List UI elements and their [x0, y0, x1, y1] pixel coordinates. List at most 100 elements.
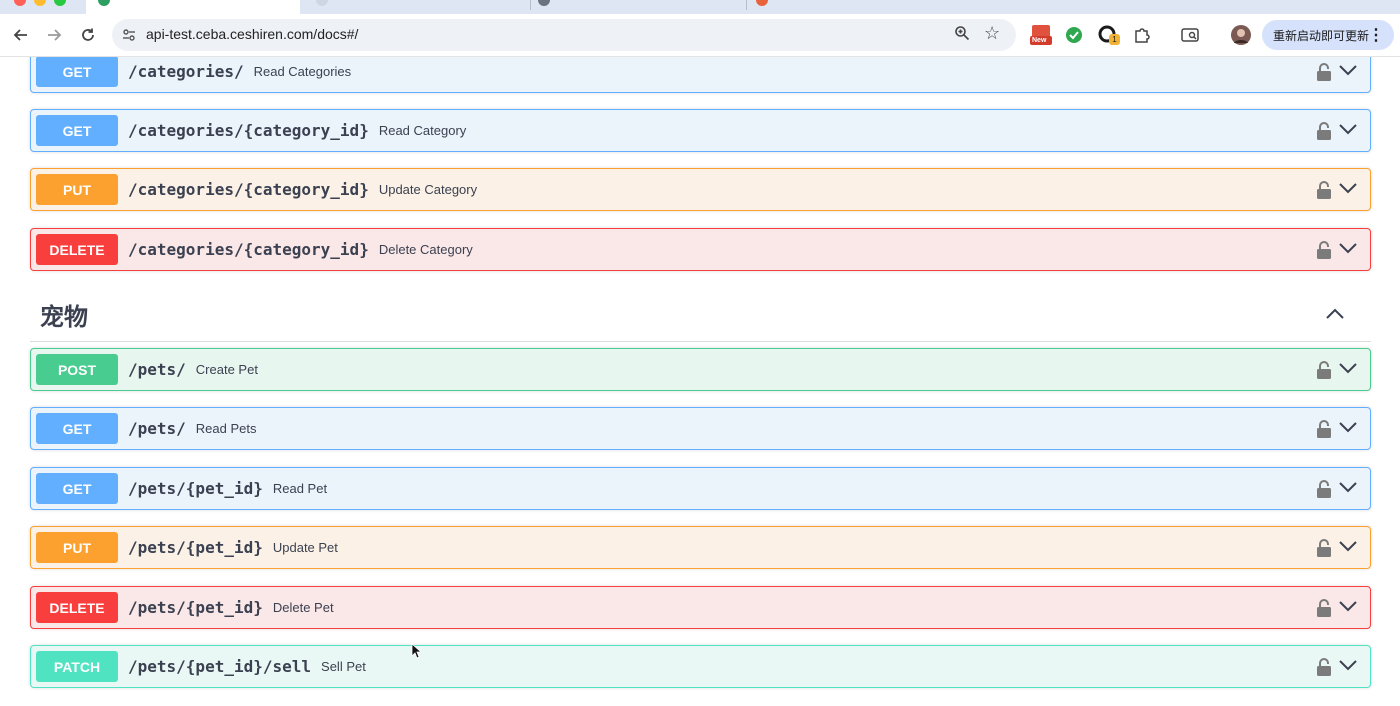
site-info-icon[interactable] [120, 26, 138, 44]
expand-chevron-icon[interactable] [1338, 420, 1358, 434]
section-divider [30, 341, 1371, 342]
window-minimize-button[interactable] [34, 0, 46, 6]
authorize-lock-icon[interactable] [1316, 180, 1332, 200]
browser-tab[interactable] [308, 0, 528, 14]
method-badge: GET [36, 115, 118, 146]
zoom-icon[interactable] [954, 25, 970, 45]
operation-path: /categories/ [128, 62, 244, 81]
operation-row-delete[interactable]: DELETE/categories/{category_id} Delete Ca… [30, 228, 1371, 271]
authorize-lock-icon[interactable] [1316, 121, 1332, 141]
back-button[interactable] [9, 23, 33, 47]
browser-tab[interactable] [750, 0, 970, 14]
expand-chevron-icon[interactable] [1338, 599, 1358, 613]
operation-row-patch[interactable]: PATCH/pets/{pet_id}/sell Sell Pet [30, 645, 1371, 688]
operation-summary: Read Categories [253, 64, 352, 79]
tab-separator [530, 0, 531, 10]
operation-row-get[interactable]: GET/categories/Read Categories [30, 57, 1371, 93]
operation-path: /pets/{pet_id} [128, 598, 263, 617]
extension-check-icon[interactable] [1064, 25, 1084, 45]
arrow-left-icon [13, 29, 27, 41]
authorize-lock-icon[interactable] [1316, 419, 1332, 439]
browser-tab-strip [0, 0, 1400, 14]
extension-counter-icon[interactable]: 1 [1098, 25, 1120, 45]
reload-button[interactable] [76, 23, 100, 47]
operation-summary: Read Pet [272, 481, 328, 496]
extension-count-badge: 1 [1109, 34, 1120, 45]
operation-row-get[interactable]: GET/categories/{category_id} Read Categor… [30, 109, 1371, 152]
operation-summary: Delete Category [378, 242, 473, 257]
profile-avatar[interactable] [1231, 25, 1251, 45]
section-title[interactable]: 宠物 [40, 297, 88, 332]
tab-search-icon[interactable] [1180, 25, 1200, 45]
operation-path: /pets/{pet_id} [128, 479, 263, 498]
reload-icon [82, 28, 94, 41]
forward-button[interactable] [42, 23, 66, 47]
tab-favicon-icon [316, 0, 328, 6]
operation-row-delete[interactable]: DELETE/pets/{pet_id} Delete Pet [30, 586, 1371, 629]
mouse-cursor-icon [411, 643, 421, 659]
authorize-lock-icon[interactable] [1316, 240, 1332, 260]
expand-chevron-icon[interactable] [1338, 181, 1358, 195]
bookmark-star-icon[interactable]: ☆ [984, 23, 1000, 44]
section-collapse-icon[interactable] [1325, 307, 1345, 321]
operation-summary: Delete Pet [272, 600, 334, 615]
method-badge: GET [36, 57, 118, 87]
swagger-page: GET/categories/Read Categories GET/catego… [0, 57, 1400, 706]
operation-summary: Update Category [378, 182, 478, 197]
operation-row-get[interactable]: GET/pets/{pet_id} Read Pet [30, 467, 1371, 510]
operation-path: /pets/{pet_id}/sell [128, 657, 312, 676]
address-bar-url[interactable]: api-test.ceba.ceshiren.com/docs#/ [146, 26, 358, 42]
operation-row-get[interactable]: GET/pets/Read Pets [30, 407, 1371, 450]
operation-path: /pets/{pet_id} [128, 538, 263, 557]
method-badge: GET [36, 473, 118, 504]
expand-chevron-icon[interactable] [1338, 122, 1358, 136]
authorize-lock-icon[interactable] [1316, 62, 1332, 82]
relaunch-update-button[interactable]: 重新启动即可更新 ⋮ [1262, 20, 1394, 50]
window-zoom-button[interactable] [54, 0, 66, 6]
operation-summary: Sell Pet [321, 659, 366, 674]
method-badge: POST [36, 354, 118, 385]
operation-path: /pets/ [128, 360, 186, 379]
browser-tab-active[interactable] [86, 0, 300, 14]
operation-row-post[interactable]: POST/pets/Create Pet [30, 348, 1371, 391]
authorize-lock-icon[interactable] [1316, 657, 1332, 677]
operation-path: /categories/{category_id} [128, 240, 369, 259]
browser-toolbar: api-test.ceba.ceshiren.com/docs#/ ☆ New … [0, 14, 1400, 57]
operation-row-put[interactable]: PUT/pets/{pet_id} Update Pet [30, 526, 1371, 569]
method-badge: GET [36, 413, 118, 444]
extension-new-icon[interactable]: New [1030, 25, 1054, 45]
expand-chevron-icon[interactable] [1338, 361, 1358, 375]
tab-favicon-icon [756, 0, 768, 6]
extensions-puzzle-icon[interactable] [1132, 25, 1152, 45]
operation-path: /categories/{category_id} [128, 121, 369, 140]
extension-new-badge: New [1032, 37, 1047, 44]
more-menu-icon[interactable]: ⋮ [1368, 25, 1384, 45]
tab-favicon-icon [98, 0, 110, 6]
expand-chevron-icon[interactable] [1338, 63, 1358, 77]
operation-summary: Read Pets [195, 421, 257, 436]
expand-chevron-icon[interactable] [1338, 539, 1358, 553]
authorize-lock-icon[interactable] [1316, 538, 1332, 558]
method-badge: DELETE [36, 234, 118, 265]
relaunch-update-label: 重新启动即可更新 [1273, 28, 1370, 43]
expand-chevron-icon[interactable] [1338, 658, 1358, 672]
tab-favicon-icon [538, 0, 550, 6]
tab-separator [746, 0, 747, 10]
arrow-right-icon [48, 29, 62, 41]
authorize-lock-icon[interactable] [1316, 360, 1332, 380]
expand-chevron-icon[interactable] [1338, 241, 1358, 255]
method-badge: PATCH [36, 651, 118, 682]
operation-path: /pets/ [128, 419, 186, 438]
browser-tab[interactable] [532, 0, 742, 14]
method-badge: PUT [36, 532, 118, 563]
operation-summary: Update Pet [272, 540, 338, 555]
operation-path: /categories/{category_id} [128, 180, 369, 199]
window-close-button[interactable] [14, 0, 26, 6]
operation-summary: Read Category [378, 123, 467, 138]
method-badge: PUT [36, 174, 118, 205]
address-bar[interactable]: api-test.ceba.ceshiren.com/docs#/ ☆ [112, 19, 1016, 51]
expand-chevron-icon[interactable] [1338, 480, 1358, 494]
authorize-lock-icon[interactable] [1316, 598, 1332, 618]
operation-row-put[interactable]: PUT/categories/{category_id} Update Categ… [30, 168, 1371, 211]
authorize-lock-icon[interactable] [1316, 479, 1332, 499]
